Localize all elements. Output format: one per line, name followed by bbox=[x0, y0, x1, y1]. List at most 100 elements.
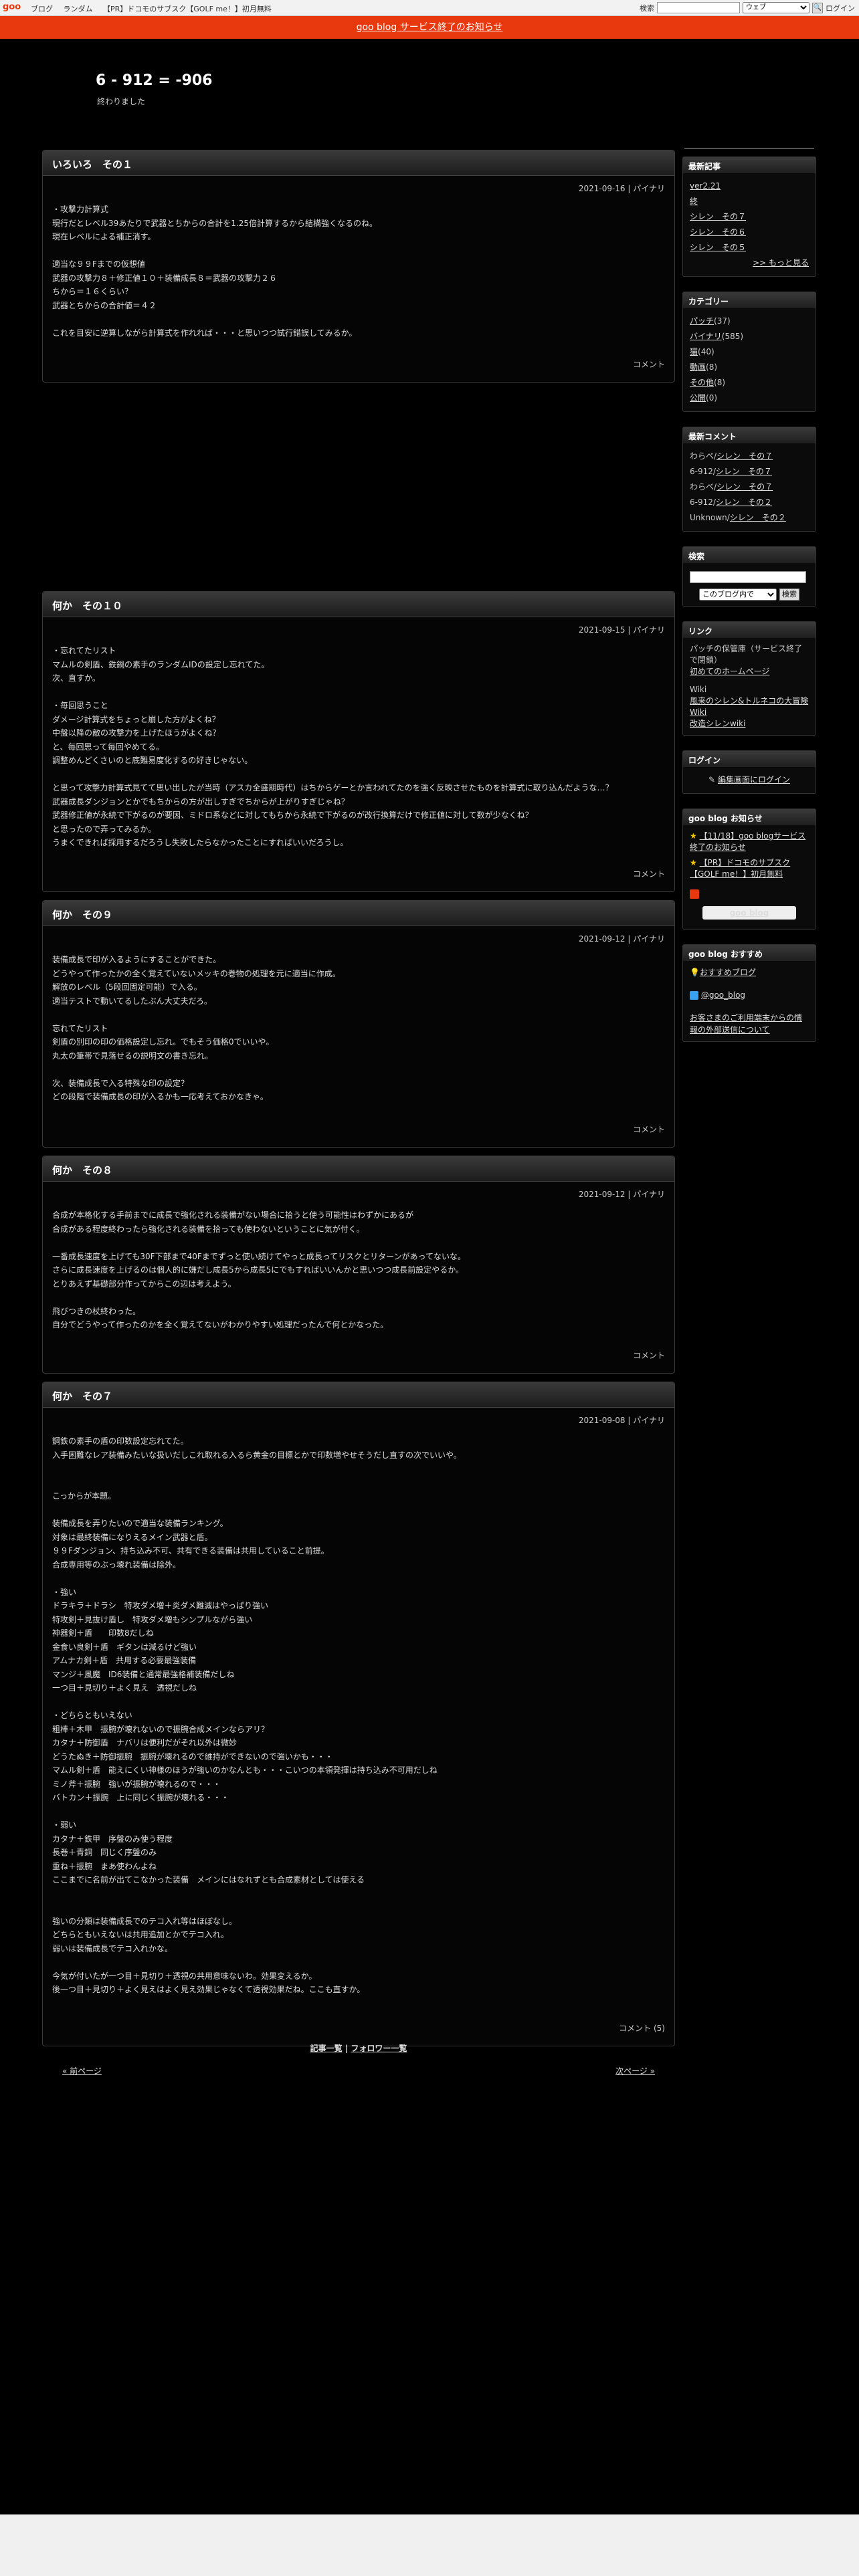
comment-post-link[interactable]: シレン その７ bbox=[717, 451, 773, 461]
header-divider bbox=[684, 148, 814, 149]
service-notice-banner: goo blog サービス終了のお知らせ bbox=[0, 16, 859, 39]
article-list-link[interactable]: 記事一覧 bbox=[310, 2044, 343, 2053]
twitter-icon[interactable] bbox=[690, 990, 698, 1000]
entry: いろいろ その１ 2021-09-16 | パイナリ ・攻撃力計算式 現行だとレ… bbox=[42, 150, 675, 383]
recent-article-link[interactable]: シレン その７ bbox=[690, 212, 746, 221]
homepage-link[interactable]: 初めてのホームページ bbox=[690, 667, 769, 676]
search-label: 検索 bbox=[640, 3, 654, 13]
pencil-icon: ✎ bbox=[708, 774, 716, 784]
comment-post-link[interactable]: シレン その２ bbox=[730, 513, 786, 522]
top-bar: goo ブログ ランダム 【PR】ドコモのサブスク【GOLF me！】初月無料 … bbox=[0, 0, 859, 16]
top-search-input[interactable] bbox=[657, 2, 740, 13]
entry-meta: 2021-09-15 | パイナリ bbox=[578, 625, 665, 635]
recent-article-link[interactable]: シレン その５ bbox=[690, 243, 746, 252]
entry-meta: 2021-09-12 | パイナリ bbox=[578, 1190, 665, 1199]
recent-article-link[interactable]: ver2.21 bbox=[690, 181, 721, 191]
entry-title[interactable]: 何か その８ bbox=[43, 1156, 674, 1182]
goo-news-link[interactable]: 【11/18】goo blogサービス終了のお知らせ bbox=[690, 831, 805, 852]
goo-blog-button[interactable]: goo blog bbox=[702, 905, 796, 920]
category-count: (0) bbox=[706, 393, 718, 403]
recent-articles-box: 最新記事 ver2.21 終 シレン その７ シレン その６ シレン その５ >… bbox=[682, 156, 816, 277]
comment-author: 6-912 bbox=[690, 467, 713, 476]
box-title: 検索 bbox=[683, 547, 816, 563]
comment-link[interactable]: コメント bbox=[633, 358, 674, 370]
category-count: (8) bbox=[706, 362, 718, 372]
blog-search-scope[interactable]: このブログ内で bbox=[699, 588, 777, 601]
links-box: リンク パッチの保管庫（サービス終了で閉鎖） 初めてのホームページ Wiki 風… bbox=[682, 621, 816, 736]
comment-link[interactable]: コメント bbox=[633, 868, 674, 879]
search-icon[interactable]: 🔍 bbox=[812, 2, 823, 13]
category-count: (8) bbox=[714, 378, 726, 387]
login-link[interactable]: ログイン bbox=[826, 3, 855, 13]
box-title: goo blog おすすめ bbox=[683, 944, 816, 961]
star-icon: ★ bbox=[690, 831, 697, 841]
entry-title[interactable]: 何か その１０ bbox=[43, 592, 674, 617]
entry: 何か その９ 2021-09-12 | パイナリ 装備成長で印が入るようにするこ… bbox=[42, 900, 675, 1148]
blog-search-input[interactable] bbox=[690, 571, 806, 583]
entry-title[interactable]: 何か その９ bbox=[43, 901, 674, 926]
blog-header: 6 - 912 = -906 終わりました bbox=[0, 39, 859, 152]
follower-list-link[interactable]: フォロワー一覧 bbox=[351, 2044, 407, 2053]
blog-search-button[interactable]: 検索 bbox=[779, 588, 799, 601]
blog-title[interactable]: 6 - 912 = -906 bbox=[96, 72, 213, 89]
comment-author: Unknown bbox=[690, 513, 727, 522]
category-link[interactable]: 公開 bbox=[690, 393, 706, 403]
service-end-notice-link[interactable]: goo blog サービス終了のお知らせ bbox=[357, 22, 503, 33]
category-count: (40) bbox=[698, 347, 714, 356]
more-articles-link[interactable]: >> もっと見る bbox=[753, 258, 809, 267]
entry-body: ・攻撃力計算式 現行だとレベル39あたりで武器とちからの合計を1.25倍計算する… bbox=[52, 205, 377, 338]
comment-post-link[interactable]: シレン その７ bbox=[716, 467, 772, 476]
box-title: リンク bbox=[683, 621, 816, 638]
category-link[interactable]: その他 bbox=[690, 378, 714, 387]
comment-post-link[interactable]: シレン その２ bbox=[716, 498, 772, 507]
external-transmission-link[interactable]: お客さまのご利用端末からの情報の外部送信について bbox=[690, 1013, 802, 1035]
entry: 何か その７ 2021-09-08 | パイナリ 鋼鉄の素手の盾の印数設定忘れて… bbox=[42, 1382, 675, 2046]
patch-archive-text: パッチの保管庫（サービス終了で閉鎖） bbox=[690, 643, 803, 665]
search-scope-select[interactable]: ウェブ bbox=[743, 2, 809, 13]
comment-link[interactable]: コメント bbox=[633, 1350, 674, 1361]
wiki-label: Wiki bbox=[690, 684, 707, 694]
box-title: goo blog お知らせ bbox=[683, 809, 816, 825]
comment-link[interactable]: コメント (5) bbox=[619, 2022, 674, 2034]
goo-news-box: goo blog お知らせ ★ 【11/18】goo blogサービス終了のお知… bbox=[682, 808, 816, 930]
recommend-blog-link[interactable]: おすすめブログ bbox=[700, 968, 756, 977]
category-link[interactable]: パッチ bbox=[690, 316, 714, 326]
entry-title[interactable]: いろいろ その１ bbox=[43, 150, 674, 176]
rss-icon[interactable] bbox=[690, 889, 699, 899]
top-link-blog[interactable]: ブログ bbox=[31, 5, 53, 13]
comment-link[interactable]: コメント bbox=[633, 1123, 674, 1135]
twitter-link[interactable]: @goo_blog bbox=[701, 990, 745, 1000]
category-link[interactable]: バイナリ bbox=[690, 332, 722, 341]
entry-body: 鋼鉄の素手の盾の印数設定忘れてた。 入手困難なレア装備みたいな扱いだしこれ取れる… bbox=[52, 1436, 462, 1994]
comment-author: わらべ bbox=[690, 451, 714, 461]
entry-body: 装備成長で印が入るようにすることができた。 どうやって作ったかの全く覚えていない… bbox=[52, 955, 341, 1101]
comment-author: 6-912 bbox=[690, 498, 713, 507]
top-link-random[interactable]: ランダム bbox=[64, 5, 93, 13]
recent-article-link[interactable]: 終 bbox=[690, 197, 698, 206]
prev-page-link[interactable]: « 前ページ bbox=[62, 2065, 102, 2076]
recommend-box: goo blog おすすめ 💡おすすめブログ @goo_blog お客さまのご利… bbox=[682, 944, 816, 1042]
box-title: カテゴリー bbox=[683, 292, 816, 308]
entry-meta: 2021-09-16 | パイナリ bbox=[578, 184, 665, 193]
entry-title[interactable]: 何か その７ bbox=[43, 1382, 674, 1408]
bottom-links: 記事一覧 | フォロワー一覧 bbox=[42, 2042, 675, 2054]
wiki-link[interactable]: 風来のシレン&トルネコの大冒険 Wiki bbox=[690, 696, 808, 717]
login-box: ログイン ✎ 編集画面にログイン bbox=[682, 750, 816, 794]
comment-post-link[interactable]: シレン その７ bbox=[717, 482, 773, 492]
top-link-pr[interactable]: 【PR】ドコモのサブスク【GOLF me！】初月無料 bbox=[103, 5, 272, 13]
category-link[interactable]: 動画 bbox=[690, 362, 706, 372]
wiki-link[interactable]: 改造シレンwiki bbox=[690, 719, 745, 728]
category-link[interactable]: 猫 bbox=[690, 347, 698, 356]
goo-news-link[interactable]: 【PR】ドコモのサブスク【GOLF me！】初月無料 bbox=[690, 858, 790, 879]
entry: 何か その１０ 2021-09-15 | パイナリ ・忘れてたリスト マムルの剣… bbox=[42, 591, 675, 892]
goo-logo[interactable]: goo bbox=[3, 2, 21, 12]
sidebar: 最新記事 ver2.21 終 シレン その７ シレン その６ シレン その５ >… bbox=[682, 156, 816, 1057]
categories-box: カテゴリー パッチ(37) バイナリ(585) 猫(40) 動画(8) その他(… bbox=[682, 292, 816, 412]
link-separator: | bbox=[345, 2044, 349, 2053]
recent-article-link[interactable]: シレン その６ bbox=[690, 227, 746, 237]
next-page-link[interactable]: 次ページ » bbox=[615, 2065, 655, 2076]
edit-login-link[interactable]: 編集画面にログイン bbox=[718, 775, 790, 784]
lightbulb-icon: 💡 bbox=[690, 967, 700, 977]
top-search: 検索 ウェブ 🔍 ログイン bbox=[640, 2, 855, 13]
recent-comments-box: 最新コメント わらべ/シレン その７ 6-912/シレン その７ わらべ/シレン… bbox=[682, 427, 816, 532]
